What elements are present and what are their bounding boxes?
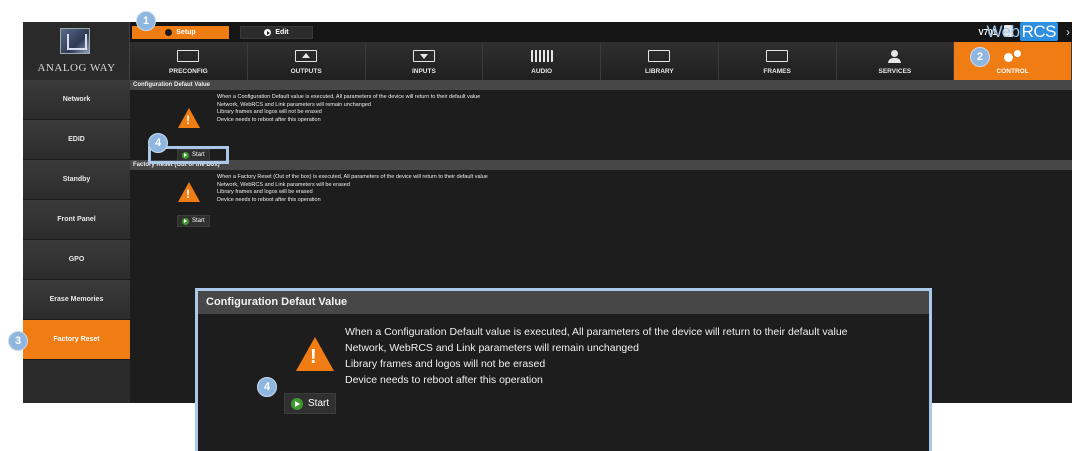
outputs-icon [295, 50, 318, 62]
description-line: When a Configuration Default value is ex… [217, 94, 481, 100]
play-icon [264, 29, 272, 36]
sidebar-item-standby[interactable]: Standby [23, 160, 130, 200]
sidebar-item-edid[interactable]: EDID [23, 120, 130, 160]
webrcs-brand: Web RCS [986, 22, 1058, 42]
start-label: Start [308, 398, 330, 409]
logo-text: ANALOG WAY [37, 62, 116, 74]
brand-rcs: RCS [1019, 22, 1058, 41]
nav-preconfig[interactable]: PRECONFIG [130, 42, 248, 80]
nav-label: PRECONFIG [169, 68, 208, 75]
start-label: Start [192, 218, 205, 224]
description-line: Library frames and logos will be erased [217, 189, 313, 195]
description-line: When a Factory Reset (Out of the box) is… [217, 174, 488, 180]
nav-audio[interactable]: AUDIO [483, 42, 601, 80]
chevron-right-icon[interactable]: › [1066, 25, 1070, 39]
description-line: Device needs to reboot after this operat… [217, 196, 321, 203]
top-bar: Setup Edit V701 Web RCS › [130, 22, 1072, 42]
gear-icon [165, 29, 173, 36]
audio-icon [530, 50, 553, 62]
step-badge-4: 4 [148, 133, 168, 153]
description-line: When a Configuration Default value is ex… [345, 326, 848, 338]
step-badge-1: 1 [136, 11, 156, 31]
inputs-icon [412, 50, 435, 62]
brand-web: Web [986, 22, 1020, 41]
factory-reset-section: Factory Reset (Out of the Box) When a Fa… [130, 160, 1072, 240]
nav-label: LIBRARY [645, 68, 674, 75]
warning-icon [178, 108, 200, 128]
description-line: Device needs to reboot after this operat… [345, 374, 543, 386]
nav-outputs[interactable]: OUTPUTS [247, 42, 366, 80]
warning-icon [178, 182, 200, 202]
sidebar-item-gpo[interactable]: GPO [23, 240, 130, 280]
sidebar-item-front-panel[interactable]: Front Panel [23, 200, 130, 240]
arrow-right-icon [291, 397, 303, 410]
nav-label: INPUTS [411, 68, 436, 75]
nav-library[interactable]: LIBRARY [601, 42, 719, 80]
section-title: Factory Reset (Out of the Box) [130, 160, 1072, 170]
preconfig-icon [177, 50, 200, 62]
sidebar-item-erase-memories[interactable]: Erase Memories [23, 280, 130, 320]
step-badge-2: 2 [970, 47, 990, 67]
sidebar-item-factory-reset[interactable]: Factory Reset [23, 320, 130, 360]
description-line: Network, WebRCS and Link parameters will… [217, 101, 371, 108]
description-line: Network, WebRCS and Link parameters will… [217, 181, 350, 188]
edit-mode-button[interactable]: Edit [240, 26, 313, 39]
services-icon [884, 50, 906, 63]
setup-label: Setup [176, 29, 196, 36]
zoom-callout: Configuration Defaut Value When a Config… [195, 288, 932, 451]
zoom-description: When a Configuration Default value is ex… [345, 324, 848, 388]
nav-inputs[interactable]: INPUTS [365, 42, 484, 80]
step-badge-4-zoom: 4 [257, 377, 277, 397]
description-line: Library frames and logos will not be era… [345, 358, 546, 370]
section-title: Configuration Defaut Value [130, 80, 1072, 90]
nav-frames[interactable]: FRAMES [718, 42, 837, 80]
description-line: Library frames and logos will not be era… [217, 109, 322, 115]
description-line: Network, WebRCS and Link parameters will… [345, 342, 639, 354]
warning-icon [296, 337, 334, 371]
main-nav: PRECONFIG OUTPUTS INPUTS AUDIO LIBRARY F… [130, 42, 1072, 80]
gears-icon [1003, 50, 1022, 64]
sidebar-item-network[interactable]: Network [23, 80, 130, 120]
nav-services[interactable]: SERVICES [836, 42, 955, 80]
step-badge-3: 3 [8, 331, 28, 351]
section-description: When a Configuration Default value is ex… [217, 94, 480, 124]
logo-mark-icon [60, 28, 90, 54]
factory-reset-start-button[interactable]: Start [177, 215, 210, 227]
screenshot-root: ANALOG WAY Setup Edit V701 Web RCS › PREC… [0, 0, 1072, 451]
control-sidebar: Network EDID Standby Front Panel GPO Era… [23, 80, 130, 403]
description-line: Device needs to reboot after this operat… [217, 116, 321, 123]
zoom-start-button[interactable]: Start [284, 393, 337, 414]
config-default-section: Configuration Defaut Value When a Config… [130, 80, 1072, 161]
nav-label: CONTROL [996, 68, 1029, 75]
section-description: When a Factory Reset (Out of the box) is… [217, 174, 488, 204]
edit-label: Edit [275, 29, 289, 36]
zoom-section-title: Configuration Defaut Value [198, 291, 929, 314]
nav-label: FRAMES [763, 68, 791, 75]
nav-label: OUTPUTS [290, 68, 322, 75]
arrow-right-icon [182, 217, 189, 225]
nav-label: SERVICES [878, 68, 912, 75]
frames-icon [766, 50, 789, 62]
nav-label: AUDIO [531, 68, 553, 75]
analog-way-logo: ANALOG WAY [23, 22, 130, 80]
library-icon [648, 50, 671, 62]
